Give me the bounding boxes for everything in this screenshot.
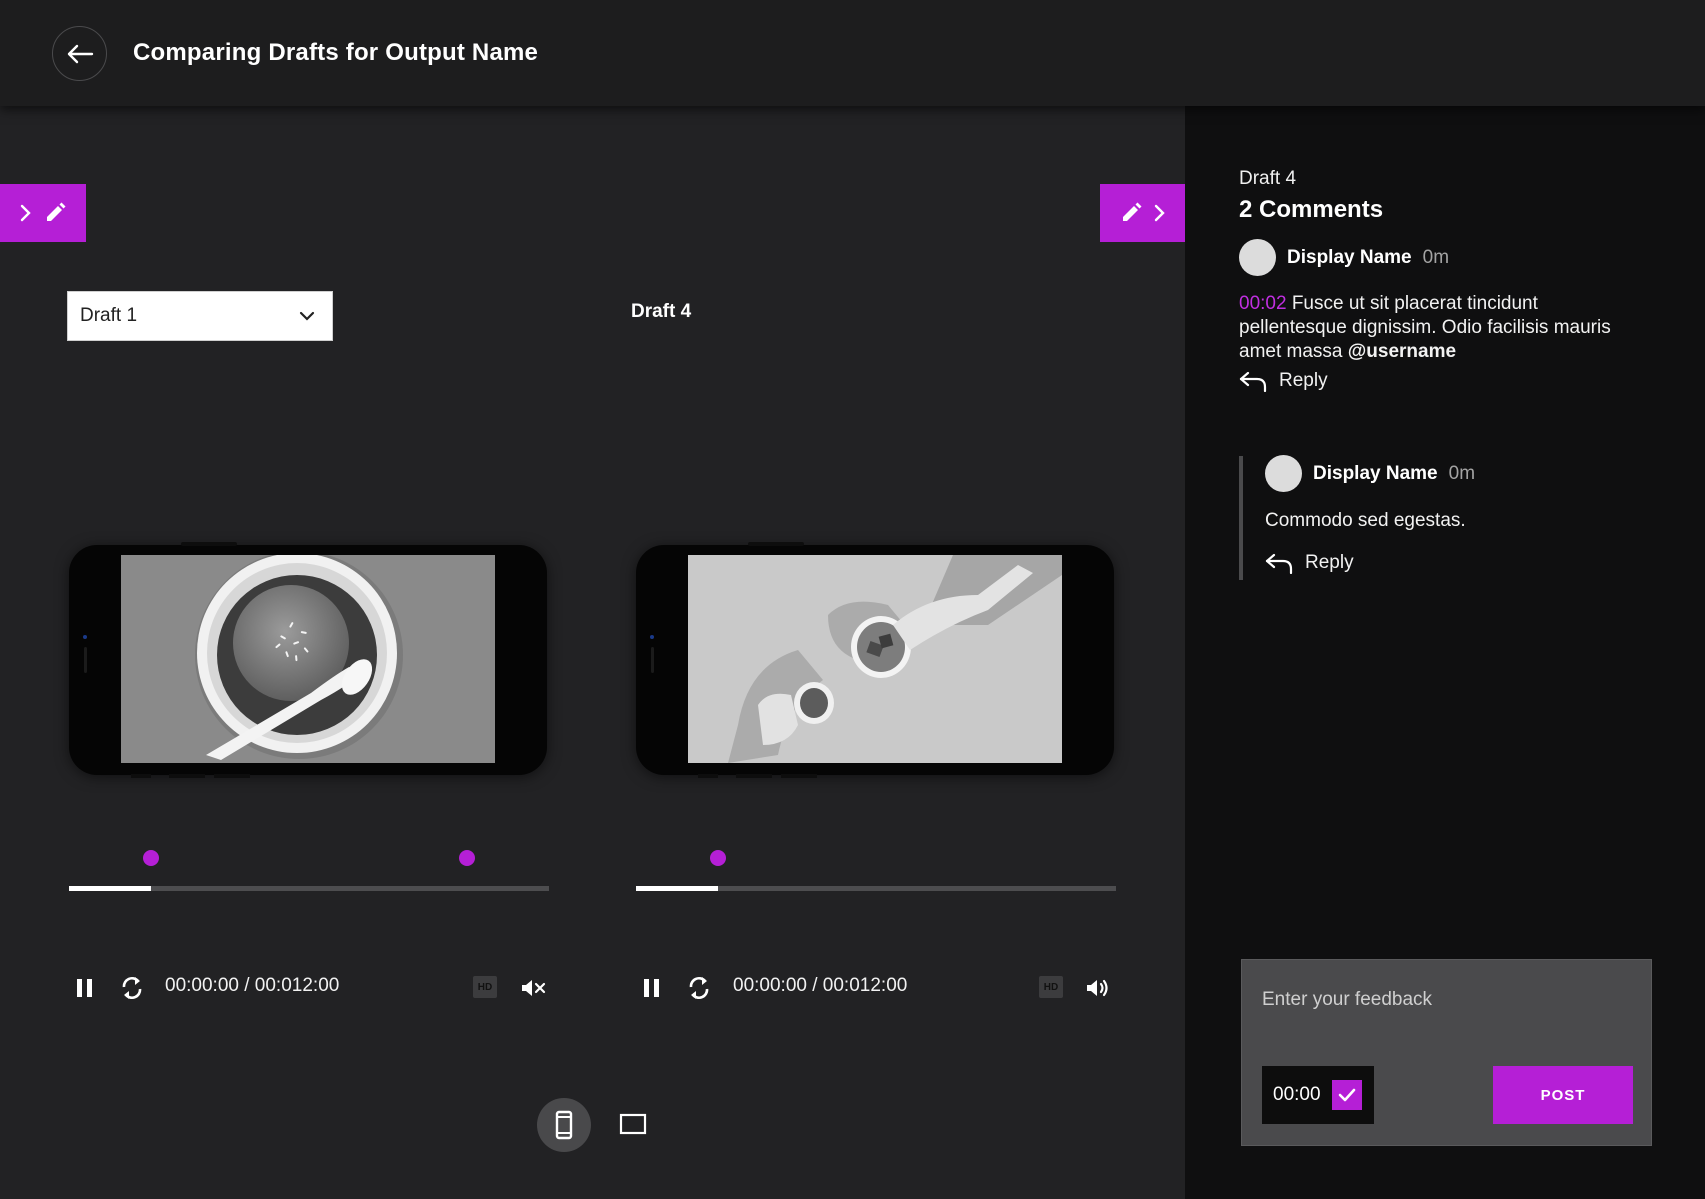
expand-edit-left-button[interactable]: [0, 184, 86, 242]
top-bar: Comparing Drafts for Output Name: [0, 0, 1705, 106]
comments-panel: Draft 4 2 Comments Display Name 0m 00:02…: [1185, 106, 1705, 1199]
feedback-composer: Enter your feedback 00:00 POST: [1241, 959, 1652, 1146]
page-title: Comparing Drafts for Output Name: [133, 39, 539, 66]
hd-toggle[interactable]: HD: [473, 976, 497, 998]
comment-body: 00:02 Fusce ut sit placerat tincidunt pe…: [1239, 292, 1639, 364]
pencil-icon: [47, 202, 66, 221]
mobile-view-icon: [555, 1110, 573, 1140]
reply-icon: [1239, 371, 1267, 392]
comment-marker[interactable]: [142, 850, 159, 866]
replay-icon: [689, 976, 709, 1000]
pause-icon: [644, 979, 659, 997]
reply-button[interactable]: Reply: [1239, 370, 1328, 392]
feedback-input[interactable]: Enter your feedback: [1262, 989, 1432, 1011]
timestamp-field[interactable]: 00:00: [1262, 1066, 1374, 1124]
timecode: 00:00:00 / 00:012:00: [733, 975, 908, 996]
right-draft-label: Draft 4: [631, 301, 692, 322]
phone-preview-left: [69, 542, 547, 778]
hd-icon: HD: [477, 981, 493, 993]
comment-author[interactable]: Display Name: [1287, 247, 1412, 269]
check-icon: [1338, 1088, 1356, 1102]
pencil-icon: [1123, 202, 1142, 221]
hd-toggle[interactable]: HD: [1039, 976, 1063, 998]
timestamp-checkbox[interactable]: [1332, 1080, 1362, 1110]
compare-area: Draft 1 Draft 4 00:00:00 / 00:012:00 HD …: [0, 106, 1186, 1199]
post-button[interactable]: POST: [1493, 1066, 1633, 1124]
comment-time: 0m: [1422, 246, 1450, 268]
timestamp-value: 00:00: [1273, 1084, 1321, 1105]
replay-icon: [122, 976, 142, 1000]
reply-button[interactable]: Reply: [1265, 552, 1354, 574]
reply-icon: [1265, 553, 1293, 574]
panel-draft-label: Draft 4: [1239, 168, 1297, 189]
expand-edit-right-button[interactable]: [1100, 184, 1186, 242]
avatar[interactable]: [1239, 239, 1276, 276]
phone-preview-right: [636, 542, 1114, 778]
comment-time: 0m: [1448, 462, 1476, 484]
hd-icon: HD: [1043, 981, 1059, 993]
back-button[interactable]: [52, 26, 107, 81]
chevron-right-icon: [20, 204, 31, 222]
reply-label: Reply: [1279, 370, 1328, 391]
draft-select-value: Draft 1: [80, 305, 138, 326]
pause-button[interactable]: [640, 976, 664, 1000]
timecode: 00:00:00 / 00:012:00: [165, 975, 340, 996]
pause-icon: [77, 979, 92, 997]
avatar[interactable]: [1265, 455, 1302, 492]
comments-count: 2 Comments: [1239, 196, 1384, 223]
comment-timestamp-link[interactable]: 00:02: [1239, 293, 1287, 314]
volume-muted-icon: [522, 980, 546, 996]
replay-button[interactable]: [684, 974, 714, 1002]
comment-text: Commodo sed egestas.: [1265, 510, 1466, 531]
reply-label: Reply: [1305, 552, 1354, 573]
volume-button[interactable]: [1085, 975, 1113, 1001]
timeline-progress: [636, 886, 718, 891]
comment-header: Display Name 0m: [1239, 239, 1449, 276]
timeline-scrubber-right[interactable]: [636, 850, 1116, 891]
comment-marker[interactable]: [709, 850, 726, 866]
timeline-progress: [69, 886, 151, 891]
comment-mention[interactable]: @username: [1348, 341, 1456, 362]
chevron-right-icon: [1154, 204, 1165, 222]
volume-on-icon: [1087, 979, 1108, 997]
player-controls-left: 00:00:00 / 00:012:00 HD: [69, 972, 549, 1002]
video-frame-ice-cream[interactable]: [121, 555, 495, 763]
thread-divider: [1239, 456, 1243, 580]
desktop-view-toggle[interactable]: [616, 1111, 650, 1137]
video-frame-hands-cups[interactable]: [688, 555, 1062, 763]
arrow-left-icon: [67, 44, 93, 63]
replay-button[interactable]: [117, 974, 147, 1002]
comment-author[interactable]: Display Name: [1313, 463, 1438, 485]
pause-button[interactable]: [73, 976, 97, 1000]
player-controls-right: 00:00:00 / 00:012:00 HD: [636, 972, 1116, 1002]
mute-button[interactable]: [520, 975, 548, 1001]
mobile-view-toggle[interactable]: [537, 1098, 591, 1152]
timeline-scrubber-left[interactable]: [69, 850, 549, 891]
comment-marker[interactable]: [459, 850, 476, 866]
comment-header: Display Name 0m: [1265, 455, 1475, 492]
draft-select-dropdown[interactable]: Draft 1: [67, 291, 333, 341]
chevron-down-icon: [299, 311, 315, 321]
desktop-view-icon: [619, 1113, 647, 1135]
